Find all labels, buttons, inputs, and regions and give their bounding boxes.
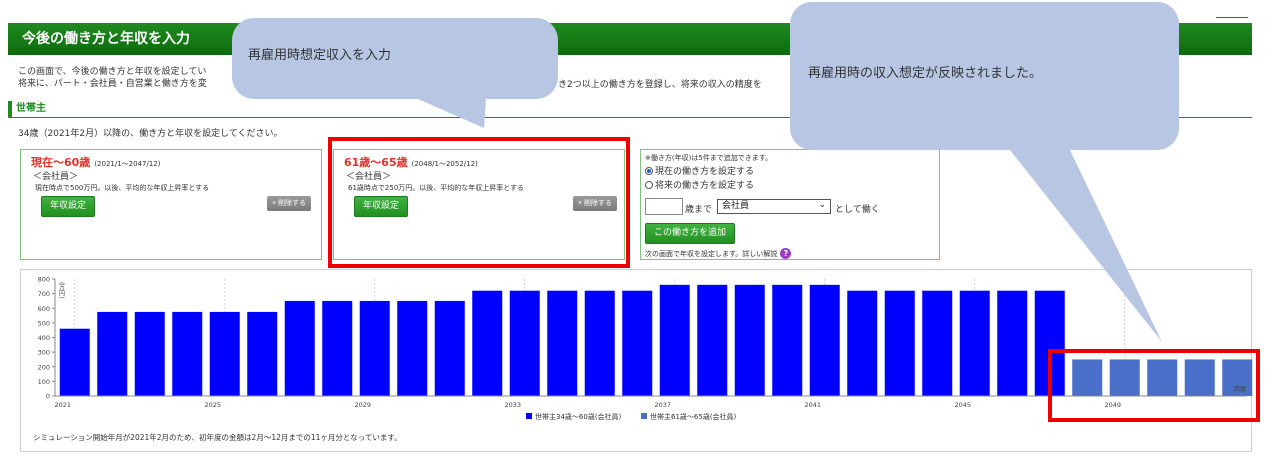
callout-tail-right [1010, 150, 1162, 342]
page-frame: 今後の働き方と年収を入力 この画面で、今後の働き方と年収を設定してい 将来に、パ… [0, 0, 1266, 467]
callout-bubble-right: 再雇用時の収入想定が反映されました。 [790, 2, 1179, 150]
callout-tail-left [418, 99, 486, 128]
callout-bubble-left: 再雇用時想定収入を入力 [232, 18, 558, 99]
